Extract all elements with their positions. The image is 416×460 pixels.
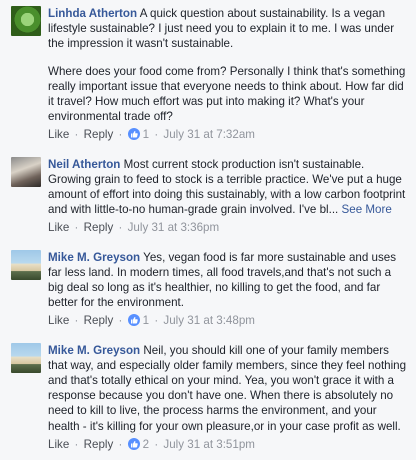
comment: Neil Atherton Most current stock product… <box>0 151 416 244</box>
comment-actions: Like · Reply · 2 · July 31 at 3:51pm <box>48 437 408 452</box>
see-more-link[interactable]: See More <box>342 203 392 216</box>
reaction-count[interactable]: 1 <box>143 314 149 327</box>
comment-actions: Like · Reply · July 31 at 3:36pm <box>48 220 408 235</box>
thumbs-up-icon[interactable] <box>127 128 140 141</box>
separator: · <box>74 314 79 328</box>
reaction-count[interactable]: 2 <box>143 438 149 451</box>
comment-body: Linhda Atherton A quick question about s… <box>48 6 408 124</box>
like-link[interactable]: Like <box>48 128 69 141</box>
author-name[interactable]: Mike M. Greyson <box>48 251 140 264</box>
comment-body: Neil Atherton Most current stock product… <box>48 157 408 218</box>
author-name[interactable]: Neil Atherton <box>48 158 120 171</box>
like-link[interactable]: Like <box>48 438 69 451</box>
avatar[interactable] <box>11 249 41 280</box>
reply-link[interactable]: Reply <box>84 314 114 327</box>
comment-text: Where does your food come from? Personal… <box>48 64 406 124</box>
comment-actions: Like · Reply · 1 · July 31 at 3:48pm <box>48 313 408 328</box>
separator: · <box>154 128 159 142</box>
thumbs-up-icon[interactable] <box>127 437 140 450</box>
timestamp[interactable]: July 31 at 3:51pm <box>163 438 255 451</box>
like-link[interactable]: Like <box>48 314 69 327</box>
author-name[interactable]: Mike M. Greyson <box>48 344 140 357</box>
separator: · <box>154 314 159 328</box>
comment-body: Mike M. Greyson Neil, you should kill on… <box>48 343 408 434</box>
like-link[interactable]: Like <box>48 221 69 234</box>
separator: · <box>118 437 123 451</box>
separator: · <box>118 128 123 142</box>
avatar[interactable] <box>11 156 41 187</box>
comment: Mike M. Greyson Neil, you should kill on… <box>0 337 416 460</box>
separator: · <box>154 437 159 451</box>
comment-body: Mike M. Greyson Yes, vegan food is far m… <box>48 250 408 311</box>
thumbs-up-icon[interactable] <box>127 314 140 327</box>
author-name[interactable]: Linhda Atherton <box>48 7 137 20</box>
comment: Mike M. Greyson Yes, vegan food is far m… <box>0 244 416 337</box>
separator: · <box>74 437 79 451</box>
reply-link[interactable]: Reply <box>84 128 114 141</box>
separator: · <box>118 314 123 328</box>
comment-text: Neil, you should kill one of your family… <box>48 343 407 433</box>
reaction-count[interactable]: 1 <box>143 128 149 141</box>
reply-link[interactable]: Reply <box>84 438 114 451</box>
timestamp[interactable]: July 31 at 3:48pm <box>163 314 255 327</box>
separator: · <box>118 221 123 235</box>
comment: Linhda Atherton A quick question about s… <box>0 0 416 151</box>
avatar[interactable] <box>11 342 41 373</box>
avatar[interactable] <box>11 6 41 36</box>
timestamp[interactable]: July 31 at 7:32am <box>163 128 255 141</box>
separator: · <box>74 221 79 235</box>
timestamp[interactable]: July 31 at 3:36pm <box>128 221 220 234</box>
reply-link[interactable]: Reply <box>84 221 114 234</box>
separator: · <box>74 128 79 142</box>
comment-actions: Like · Reply · 1 · July 31 at 7:32am <box>48 127 408 142</box>
